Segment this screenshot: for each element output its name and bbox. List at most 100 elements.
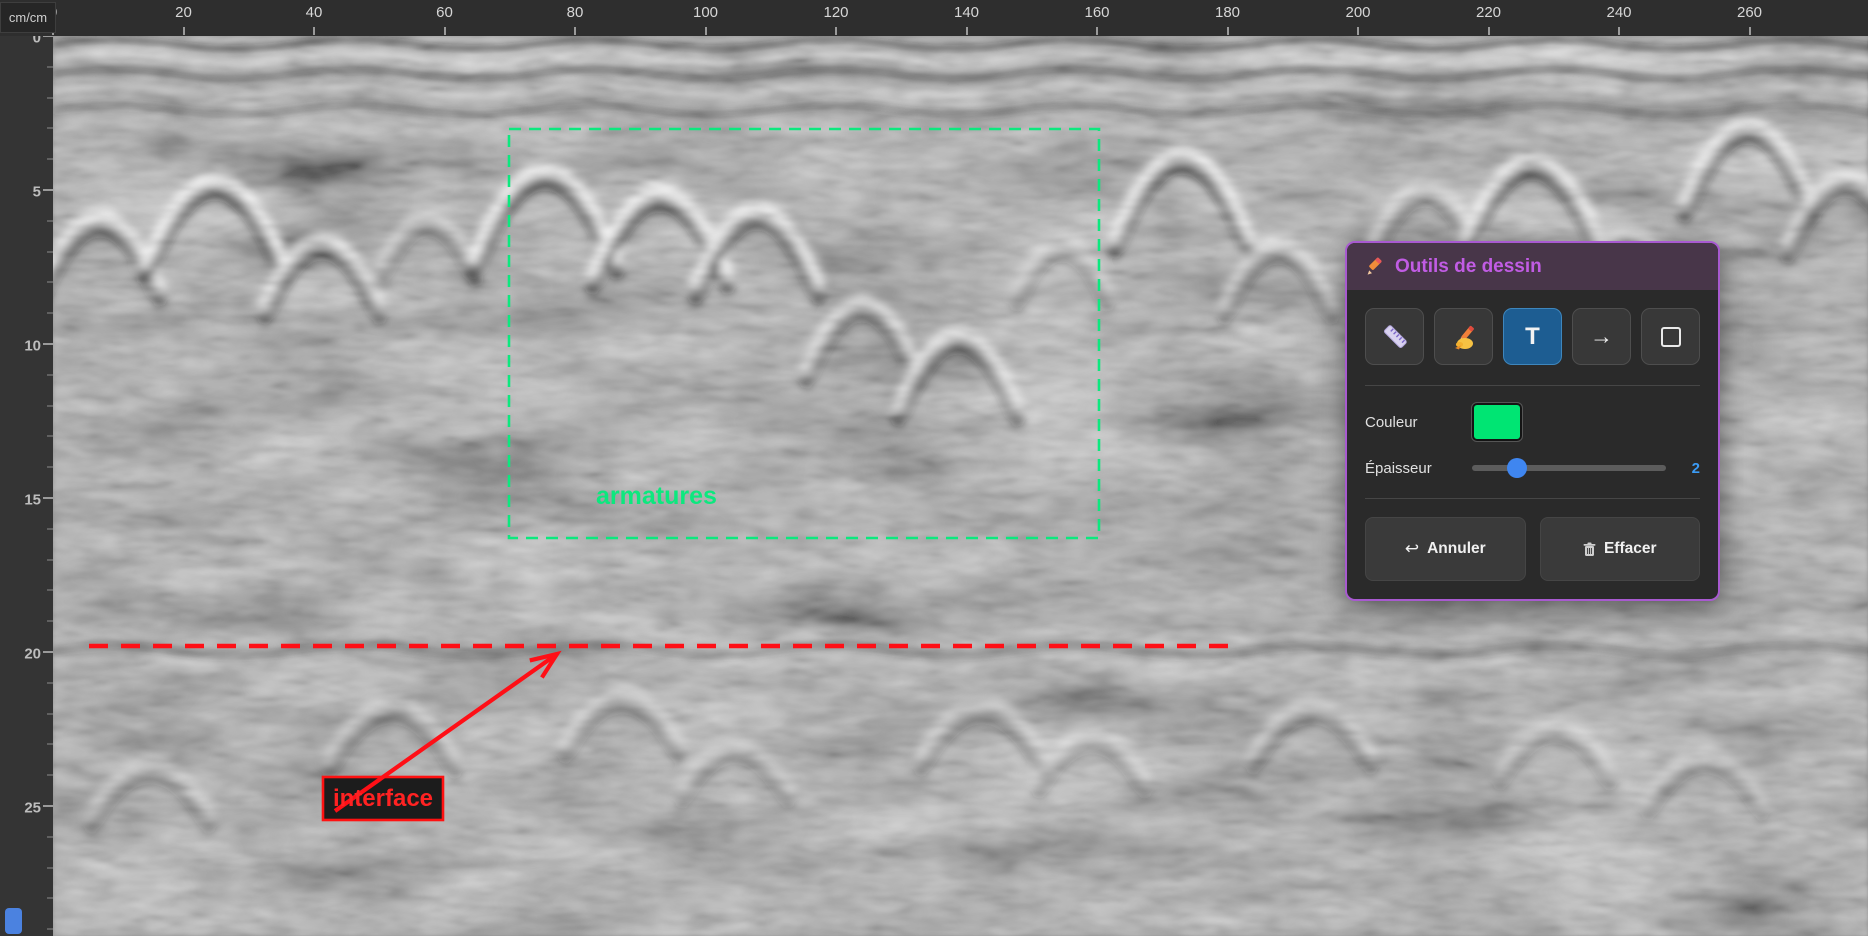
left-ruler-tick-label: 25 <box>24 800 41 817</box>
top-ruler-tick-label: 200 <box>1345 4 1370 21</box>
left-ruler-tick <box>47 713 53 715</box>
panel-title: Outils de dessin <box>1395 256 1542 278</box>
scroll-handle[interactable] <box>5 908 22 934</box>
top-ruler-tick-label: 180 <box>1215 4 1240 21</box>
top-ruler-tick-label: 220 <box>1476 4 1501 21</box>
left-ruler-tick <box>47 97 53 99</box>
left-ruler-tick <box>47 466 53 468</box>
top-ruler-tick <box>574 27 576 35</box>
left-ruler-tick <box>47 220 53 222</box>
left-ruler-tick <box>47 559 53 561</box>
left-ruler-tick-label: 20 <box>24 646 41 663</box>
armatures-annotation-label: armatures <box>596 482 717 511</box>
left-ruler-tick <box>47 743 53 745</box>
tool-ruler-button[interactable] <box>1365 308 1424 365</box>
color-swatch[interactable] <box>1472 403 1522 441</box>
pencil-icon <box>1365 257 1385 277</box>
text-tool-icon: T <box>1525 323 1540 351</box>
top-ruler-tick-label: 60 <box>436 4 453 21</box>
top-ruler-tick <box>1096 27 1098 35</box>
left-ruler-tick <box>47 897 53 899</box>
left-ruler-tick <box>47 374 53 376</box>
ruler-icon <box>1380 322 1410 352</box>
left-ruler-tick <box>47 281 53 283</box>
action-row: ↩ Annuler Effacer <box>1365 517 1700 581</box>
top-ruler-tick-label: 80 <box>567 4 584 21</box>
clear-button-label: Effacer <box>1604 540 1657 558</box>
panel-header: Outils de dessin <box>1347 243 1718 290</box>
top-ruler-tick <box>1488 27 1490 35</box>
left-ruler-tick-label: 15 <box>24 492 41 509</box>
panel-body: T → Couleur Épaisseur 2 <box>1347 290 1718 599</box>
tool-text-button[interactable]: T <box>1503 308 1562 365</box>
left-ruler-tick <box>43 497 53 499</box>
top-ruler-tick <box>1618 27 1620 35</box>
left-ruler-tick <box>47 251 53 253</box>
top-ruler-tick-label: 240 <box>1606 4 1631 21</box>
left-ruler-tick <box>43 805 53 807</box>
top-ruler-tick <box>183 27 185 35</box>
ruler-unit-label: cm/cm <box>0 2 56 33</box>
writing-hand-icon <box>1449 322 1479 352</box>
tool-row: T → <box>1365 308 1700 365</box>
left-ruler-tick <box>47 682 53 684</box>
top-ruler-tick <box>1749 27 1751 35</box>
left-ruler-tick-label: 10 <box>24 338 41 355</box>
top-ruler-tick <box>1357 27 1359 35</box>
left-ruler-tick <box>43 651 53 653</box>
slider-thumb[interactable] <box>1507 458 1527 478</box>
undo-button-label: Annuler <box>1427 540 1486 558</box>
arrow-icon: → <box>1590 323 1613 350</box>
top-ruler-tick-label: 20 <box>175 4 192 21</box>
undo-icon: ↩ <box>1405 539 1419 559</box>
top-ruler-tick-label: 260 <box>1737 4 1762 21</box>
left-ruler-tick <box>47 928 53 930</box>
left-ruler-tick <box>47 589 53 591</box>
top-ruler-tick-label: 40 <box>306 4 323 21</box>
divider <box>1365 385 1700 386</box>
left-ruler-tick <box>43 343 53 345</box>
divider <box>1365 498 1700 499</box>
left-ruler-tick <box>47 435 53 437</box>
left-ruler-tick <box>47 867 53 869</box>
top-ruler-tick-label: 120 <box>823 4 848 21</box>
left-ruler-tick <box>47 127 53 129</box>
left-ruler-tick <box>47 66 53 68</box>
left-ruler-tick <box>43 189 53 191</box>
top-ruler-tick <box>313 27 315 35</box>
left-ruler-tick-label: 5 <box>33 184 41 201</box>
left-ruler-tick <box>47 405 53 407</box>
color-row: Couleur <box>1365 403 1700 441</box>
drawing-tools-panel: Outils de dessin <box>1345 241 1720 601</box>
top-ruler-tick <box>705 27 707 35</box>
rectangle-icon <box>1661 327 1681 347</box>
tool-arrow-button[interactable]: → <box>1572 308 1631 365</box>
top-ruler-tick <box>1227 27 1229 35</box>
trash-icon <box>1583 542 1596 557</box>
left-ruler-tick <box>47 312 53 314</box>
clear-button[interactable]: Effacer <box>1540 517 1701 581</box>
interface-annotation-label: interface <box>323 777 443 820</box>
thickness-value: 2 <box>1692 460 1700 477</box>
tool-rectangle-button[interactable] <box>1641 308 1700 365</box>
horizontal-ruler: 020406080100120140160180200220240260 <box>0 0 1868 36</box>
top-ruler-tick-label: 100 <box>693 4 718 21</box>
top-ruler-tick-label: 160 <box>1084 4 1109 21</box>
left-ruler-tick <box>47 774 53 776</box>
undo-button[interactable]: ↩ Annuler <box>1365 517 1526 581</box>
thickness-row: Épaisseur 2 <box>1365 458 1700 478</box>
left-ruler-tick <box>47 528 53 530</box>
top-ruler-tick <box>835 27 837 35</box>
vertical-ruler: 0510152025 <box>0 0 53 936</box>
slider-track <box>1472 465 1666 471</box>
thickness-slider[interactable] <box>1472 458 1666 478</box>
left-ruler-tick <box>47 158 53 160</box>
top-ruler-tick <box>444 27 446 35</box>
top-ruler-tick-label: 140 <box>954 4 979 21</box>
top-ruler-tick <box>966 27 968 35</box>
left-ruler-tick <box>47 836 53 838</box>
tool-freehand-button[interactable] <box>1434 308 1493 365</box>
thickness-label: Épaisseur <box>1365 460 1472 477</box>
app-window: armatures interface 02040608010012014016… <box>0 0 1868 936</box>
color-label: Couleur <box>1365 414 1472 431</box>
